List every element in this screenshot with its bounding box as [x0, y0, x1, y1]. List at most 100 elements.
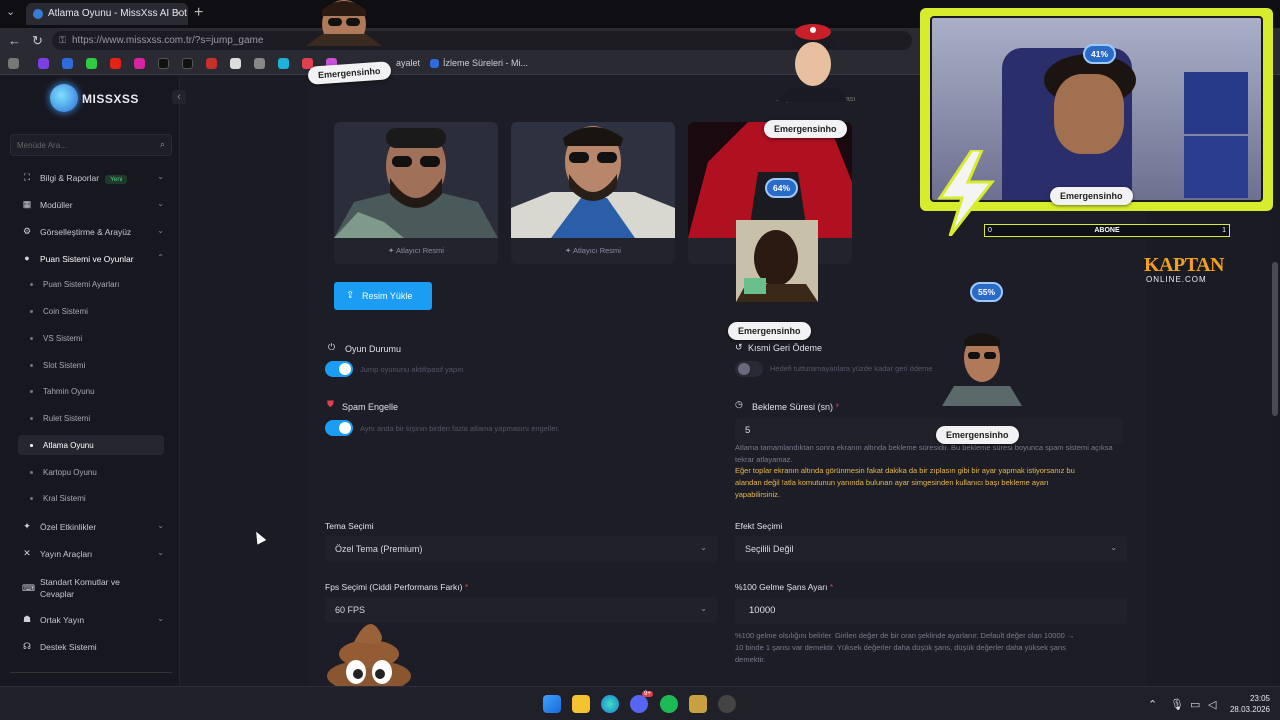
- menu-search-input[interactable]: Menüde Ara... ⌕: [10, 134, 172, 156]
- partial-refund-toggle[interactable]: [735, 361, 763, 377]
- x-icon[interactable]: [182, 58, 193, 69]
- headset-icon: ☊: [23, 641, 31, 651]
- brand-logo[interactable]: MISSXSS: [50, 82, 170, 116]
- sidebar-subitem-active[interactable]: Atlama Oyunu: [18, 435, 164, 455]
- scrollbar-thumb[interactable]: [1272, 262, 1278, 416]
- bookmark-izleme[interactable]: İzleme Süreleri - Mi...: [443, 58, 528, 68]
- sidebar-item-label: Bilgi & Raporlar: [40, 173, 100, 183]
- chance-input[interactable]: 10000: [735, 598, 1127, 624]
- tiktok-icon[interactable]: [158, 58, 169, 69]
- mouse-cursor-icon: [251, 529, 267, 545]
- jumper-image-card[interactable]: ✦ Atlayıcı Resmi: [334, 122, 498, 264]
- sidebar-item-destek[interactable]: ☊ Destek Sistemi: [10, 636, 172, 658]
- url-text: https://www.missxss.com.tr/?s=jump_game: [72, 35, 264, 46]
- bookmark-gear-icon[interactable]: [254, 58, 265, 69]
- wait-input[interactable]: 5: [735, 418, 1123, 444]
- wait-label-text: Bekleme Süresi (sn): [752, 402, 834, 412]
- upload-image-button[interactable]: ⇪ Resim Yükle: [334, 282, 432, 310]
- sidebar-item-ozel-etkinlikler[interactable]: ✦ Özel Etkinlikler ⌄: [10, 516, 172, 538]
- notification-badge: 9+: [642, 691, 653, 697]
- browser-tab[interactable]: Atlama Oyunu - MissXss AI Bot Sy ×: [26, 3, 188, 25]
- search-placeholder: Menüde Ara...: [17, 141, 67, 150]
- sidebar-subitem[interactable]: Coin Sistemi: [18, 301, 164, 321]
- subitem-label: Rulet Sistemi: [43, 414, 91, 423]
- close-tab-icon[interactable]: ×: [175, 6, 182, 20]
- wait-help: Atlama tamamlandıktan sonra ekranın altı…: [735, 443, 1113, 464]
- sidebar-item-bilgi[interactable]: ⛶ Bilgi & Raporlar Yeni ⌄: [10, 167, 172, 189]
- sidebar-item-label: Puan Sistemi ve Oyunlar: [40, 254, 134, 264]
- wait-warning-2: alandan değil !atla komutunun yanında bu…: [735, 478, 1049, 487]
- reload-icon[interactable]: ↻: [32, 33, 43, 49]
- sidebar-item-yayin-araclari[interactable]: ✕ Yayın Araçları ⌄: [10, 543, 172, 565]
- users-icon: ☗: [22, 614, 32, 624]
- bookmark-fav-icon: [430, 59, 439, 68]
- jumper-image-card[interactable]: ✦ Atlayıcı Resmi: [511, 122, 675, 264]
- kick-icon[interactable]: [86, 58, 97, 69]
- sidebar-subitem[interactable]: Kartopu Oyunu: [18, 462, 164, 482]
- system-clock[interactable]: 23:05 28.03.2026: [1230, 693, 1270, 715]
- youtube-icon[interactable]: [110, 58, 121, 69]
- obs-icon[interactable]: [718, 695, 736, 713]
- percent-badge: 64%: [765, 178, 799, 198]
- game-status-toggle[interactable]: [325, 361, 353, 377]
- collapse-sidebar-icon[interactable]: ‹: [172, 90, 186, 104]
- chevron-down-icon: ⌄: [157, 521, 164, 530]
- discord-icon[interactable]: [630, 695, 648, 713]
- upload-label: Resim Yükle: [362, 291, 413, 301]
- sidebar-item-standart-komutlar[interactable]: ⌨ Standart Komutlar ve Cevaplar: [10, 574, 172, 604]
- bookmark-partial[interactable]: ayalet: [396, 58, 420, 68]
- bookmark-icon[interactable]: [8, 58, 19, 69]
- subitem-label: Kartopu Oyunu: [43, 468, 97, 477]
- sidebar-subitem[interactable]: Rulet Sistemi: [18, 408, 164, 428]
- game-status-label: Oyun Durumu: [345, 344, 402, 354]
- game-launcher-icon[interactable]: [689, 695, 707, 713]
- sidebar-item-puan-sistemi[interactable]: ● Puan Sistemi ve Oyunlar ⌃: [10, 248, 172, 270]
- windows-start-icon[interactable]: [543, 695, 561, 713]
- sidebar-item-ortak-yayin[interactable]: ☗ Ortak Yayın ⌄: [10, 609, 172, 631]
- gift-icon: ✦: [23, 521, 31, 531]
- back-icon[interactable]: ←: [8, 33, 21, 48]
- sidebar-subitem[interactable]: VS Sistemi: [18, 328, 164, 348]
- subitem-label: Tahmin Oyunu: [43, 387, 95, 396]
- bookmark-diamond-icon[interactable]: [230, 58, 241, 69]
- grid-icon: ▦: [22, 199, 32, 209]
- viewer-nametag: Emergensinho: [764, 120, 847, 138]
- bookmark-r-icon[interactable]: [62, 58, 73, 69]
- wait-warning-1: Eğer toplar ekranın altında görünmesin f…: [735, 466, 1075, 475]
- file-explorer-icon[interactable]: [572, 695, 590, 713]
- chance-label: %100 Gelme Şans Ayarı *: [735, 582, 834, 592]
- tab-menu-icon[interactable]: ⌄: [6, 5, 15, 18]
- sidebar-subitem[interactable]: Tahmin Oyunu: [18, 381, 164, 401]
- subitem-label: VS Sistemi: [43, 334, 83, 343]
- instagram-icon[interactable]: [134, 58, 145, 69]
- chevron-up-icon[interactable]: ⌃: [1148, 698, 1157, 711]
- percent-badge: 41%: [1083, 44, 1117, 64]
- gear-icon: ⚙: [22, 226, 32, 236]
- display-icon[interactable]: ▭: [1190, 698, 1200, 711]
- spotify-icon[interactable]: [660, 695, 678, 713]
- chevron-down-icon: ⌄: [157, 172, 164, 181]
- sidebar-item-label: Görselleştirme & Arayüz: [40, 227, 132, 237]
- sidebar-subitem[interactable]: Puan Sistemi Ayarları: [18, 274, 164, 294]
- sidebar-item-gorsellestirme[interactable]: ⚙ Görselleştirme & Arayüz ⌄: [10, 221, 172, 243]
- taskbar: 9+ ⌃ 🎙 ▭ ◁ 23:05 28.03.2026: [0, 686, 1280, 720]
- chevron-down-icon: ⌄: [157, 199, 164, 208]
- edge-browser-icon[interactable]: [601, 695, 619, 713]
- bookmark-red-icon[interactable]: [206, 58, 217, 69]
- volume-icon[interactable]: ◁: [1208, 698, 1216, 711]
- microphone-icon[interactable]: 🎙: [1170, 698, 1184, 711]
- chevron-up-icon: ⌃: [157, 253, 164, 262]
- bookmark-blue-icon[interactable]: [278, 58, 289, 69]
- effect-select[interactable]: Seçilili Değil ⌄: [735, 536, 1127, 562]
- theme-select[interactable]: Özel Tema (Premium) ⌄: [325, 536, 717, 562]
- sidebar-item-moduller[interactable]: ▦ Modüller ⌄: [10, 194, 172, 216]
- tab-title: Atlama Oyunu - MissXss AI Bot Sy: [48, 8, 188, 19]
- subitem-label: Atlama Oyunu: [43, 441, 94, 450]
- twitch-icon[interactable]: [38, 58, 49, 69]
- spam-toggle[interactable]: [325, 420, 353, 436]
- sidebar-subitem[interactable]: Slot Sistemi: [18, 355, 164, 375]
- new-badge: Yeni: [105, 175, 128, 184]
- sidebar-subitem[interactable]: Kral Sistemi: [18, 488, 164, 508]
- chance-help-1: %100 gelme olsılığını belirler. Girilen …: [735, 631, 1075, 640]
- new-tab-icon[interactable]: +: [194, 4, 203, 22]
